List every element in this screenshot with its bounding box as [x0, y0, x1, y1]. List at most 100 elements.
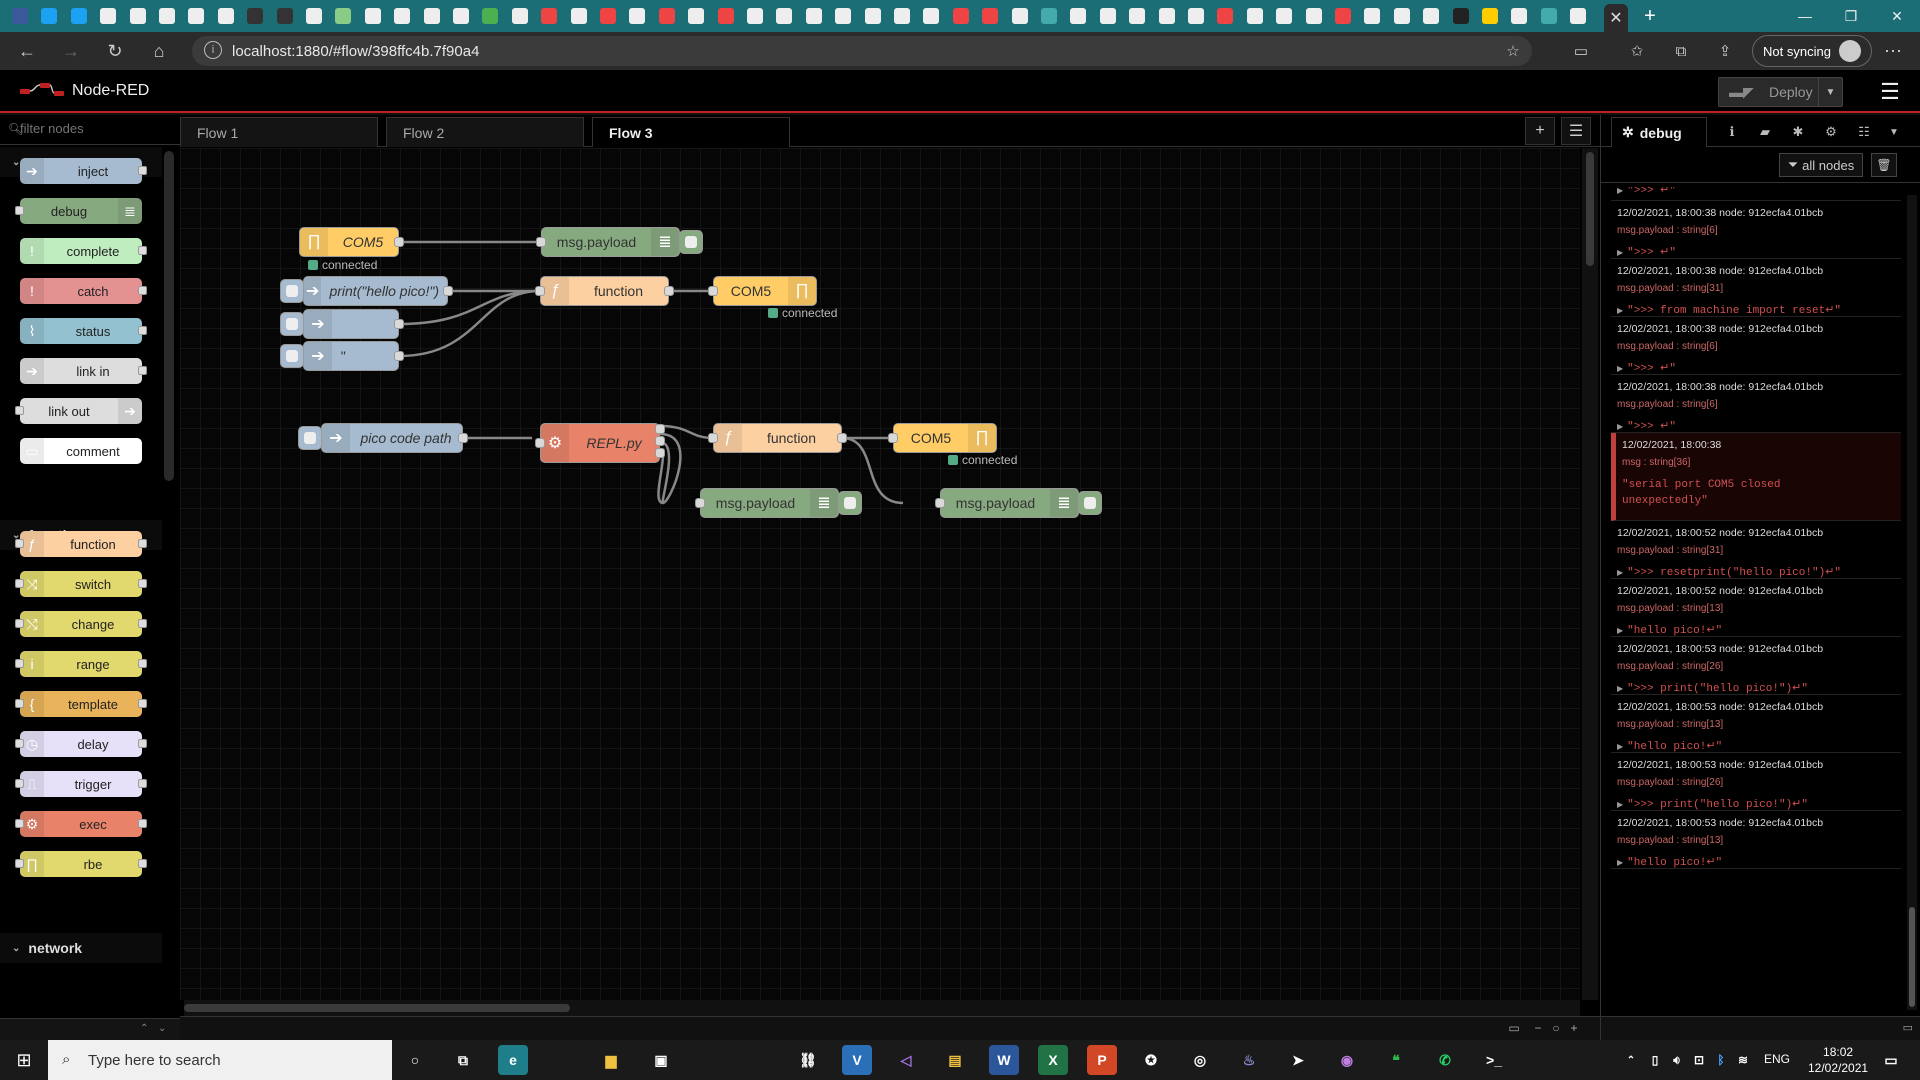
serial-out-node[interactable]: COM5 ∏ — [708, 276, 817, 306]
profile-sync-button[interactable]: Not syncing — [1752, 35, 1872, 67]
expand-triangle-icon[interactable]: ▶ — [1617, 743, 1623, 752]
browser-tab-favicon[interactable] — [569, 6, 589, 26]
maximize-button[interactable]: ❐ — [1828, 0, 1874, 32]
debug-message[interactable]: 12/02/2021, 18:00:52 node: 912ecfa4.01bc… — [1611, 521, 1901, 579]
taskbar-search-input[interactable]: ⌕ Type here to search — [48, 1040, 392, 1080]
browser-tab-favicon[interactable] — [216, 6, 236, 26]
vscode-icon[interactable]: V — [842, 1045, 872, 1075]
task-view-icon[interactable]: ⧉ — [448, 1045, 478, 1075]
output-port[interactable] — [664, 286, 674, 296]
palette-node-link-out[interactable]: link out ➔ — [15, 398, 142, 424]
browser-tab-favicon[interactable] — [451, 6, 471, 26]
output-port[interactable] — [458, 433, 468, 443]
inject-node[interactable]: ➔ — [280, 309, 404, 339]
notes-icon[interactable]: ▤ — [940, 1045, 970, 1075]
list-flows-icon[interactable]: ☰ — [1561, 117, 1591, 145]
inject-node[interactable]: ➔ print("hello pico!") — [280, 276, 453, 306]
input-port[interactable] — [935, 498, 945, 508]
collections-icon[interactable]: ▭ — [1570, 40, 1592, 62]
flow-canvas[interactable]: ∏ COM5 connected msg.payload ≣ ➔ print("… — [180, 148, 1580, 1000]
horizontal-scrollbar[interactable] — [184, 1000, 1580, 1016]
palette-node-status[interactable]: ⌇ status — [20, 318, 147, 344]
browser-tab-favicon[interactable] — [539, 6, 559, 26]
forward-icon[interactable]: → — [60, 40, 82, 62]
browser-tab-favicon[interactable] — [1010, 6, 1030, 26]
expand-triangle-icon[interactable]: ▶ — [1617, 627, 1623, 636]
output-port[interactable] — [443, 286, 453, 296]
browser-tab-favicon[interactable] — [627, 6, 647, 26]
browser-tab-favicon[interactable] — [304, 6, 324, 26]
tab-flow-3[interactable]: Flow 3 — [592, 117, 790, 147]
more-options-icon[interactable]: ⋯ — [1882, 40, 1904, 62]
inject-button[interactable] — [280, 279, 304, 303]
expand-triangle-icon[interactable]: ▶ — [1617, 365, 1623, 374]
help-book-icon[interactable]: ▰ — [1752, 119, 1778, 145]
browser-tab-favicon[interactable] — [863, 6, 883, 26]
notification-icon[interactable]: ▭ — [1876, 1045, 1906, 1075]
app-circle-icon[interactable]: ✪ — [1136, 1045, 1166, 1075]
new-tab-button[interactable]: + — [1640, 5, 1660, 27]
expand-triangle-icon[interactable]: ▶ — [1617, 569, 1623, 578]
app-icon[interactable]: ▣ — [646, 1045, 676, 1075]
popout-icon[interactable]: ▭ — [1903, 1021, 1913, 1034]
debug-message[interactable]: 12/02/2021, 18:00:53 node: 912ecfa4.01bc… — [1611, 695, 1901, 753]
browser-tab-favicon[interactable] — [774, 6, 794, 26]
browser-tab-favicon[interactable] — [598, 6, 618, 26]
browser-tab-favicon[interactable] — [716, 6, 736, 26]
favorite-star-icon[interactable]: ☆ — [1502, 40, 1524, 62]
debug-message[interactable]: 12/02/2021, 18:00:52 node: 912ecfa4.01bc… — [1611, 579, 1901, 637]
browser-tab-favicon[interactable] — [1186, 6, 1206, 26]
edge-browser-icon[interactable]: e — [498, 1045, 528, 1075]
steam-icon[interactable]: ♨ — [1234, 1045, 1264, 1075]
home-icon[interactable]: ⌂ — [148, 40, 170, 62]
browser-tab-favicon[interactable] — [275, 6, 295, 26]
output-port[interactable] — [837, 433, 847, 443]
hangouts-icon[interactable]: ❝ — [1381, 1045, 1411, 1075]
sidebar-dropdown-icon[interactable]: ▼ — [1881, 119, 1907, 145]
terminal-icon[interactable]: >_ — [1479, 1045, 1509, 1075]
back-icon[interactable]: ← — [16, 40, 38, 62]
output-port-stdout[interactable] — [655, 424, 665, 434]
browser-tab-favicon[interactable] — [833, 6, 853, 26]
cortana-icon[interactable]: ○ — [400, 1045, 430, 1075]
palette-node-comment[interactable]: ▭ comment — [20, 438, 142, 464]
browser-tab-favicon[interactable] — [980, 6, 1000, 26]
debug-message[interactable]: 12/02/2021, 18:00:53 node: 912ecfa4.01bc… — [1611, 753, 1901, 811]
output-port[interactable] — [394, 319, 404, 329]
browser-tab-favicon[interactable] — [1068, 6, 1088, 26]
output-port[interactable] — [394, 237, 404, 247]
output-port-stderr[interactable] — [655, 436, 665, 446]
expand-triangle-icon[interactable]: ▶ — [1617, 307, 1623, 316]
add-flow-icon[interactable]: + — [1525, 117, 1555, 145]
input-port[interactable] — [535, 438, 545, 448]
browser-tab-favicon[interactable] — [1480, 6, 1500, 26]
browser-tab-favicon[interactable] — [98, 6, 118, 26]
tab-flow-2[interactable]: Flow 2 — [386, 117, 584, 147]
refresh-icon[interactable]: ↻ — [104, 40, 126, 62]
expand-triangle-icon[interactable]: ▶ — [1617, 859, 1623, 868]
expand-triangle-icon[interactable]: ▶ — [1617, 801, 1623, 810]
palette-node-template[interactable]: {template — [15, 691, 147, 717]
browser-tab-favicon[interactable] — [1157, 6, 1177, 26]
browser-tab-favicon[interactable] — [657, 6, 677, 26]
browser-tab-favicon[interactable] — [892, 6, 912, 26]
debug-node[interactable]: msg.payload ≣ — [695, 488, 862, 518]
debug-message[interactable]: 12/02/2021, 18:00:38 node: 912ecfa4.01bc… — [1611, 375, 1901, 433]
deploy-button[interactable]: ▬◤ Deploy ▼ — [1718, 77, 1843, 107]
tray-wifi-icon[interactable]: ≋ — [1728, 1045, 1758, 1075]
visual-studio-icon[interactable]: ◁ — [891, 1045, 921, 1075]
minimize-button[interactable]: — — [1782, 0, 1828, 32]
function-node[interactable]: ƒ function — [708, 423, 847, 453]
input-port[interactable] — [708, 433, 718, 443]
expand-triangle-icon[interactable]: ▶ — [1617, 249, 1623, 258]
browser-tab-favicon[interactable] — [745, 6, 765, 26]
browser-tab-favicon[interactable] — [363, 6, 383, 26]
debug-node[interactable]: msg.payload ≣ — [536, 227, 703, 257]
browser-tab-favicon[interactable] — [951, 6, 971, 26]
output-port-rc[interactable] — [655, 448, 665, 458]
inject-button[interactable] — [298, 426, 322, 450]
inject-button[interactable] — [280, 344, 304, 368]
palette-node-switch[interactable]: ⤨ switch — [15, 571, 147, 597]
browser-tab-favicon[interactable] — [186, 6, 206, 26]
debug-message[interactable]: 12/02/2021, 18:00:38 node: 912ecfa4.01bc… — [1611, 201, 1901, 259]
